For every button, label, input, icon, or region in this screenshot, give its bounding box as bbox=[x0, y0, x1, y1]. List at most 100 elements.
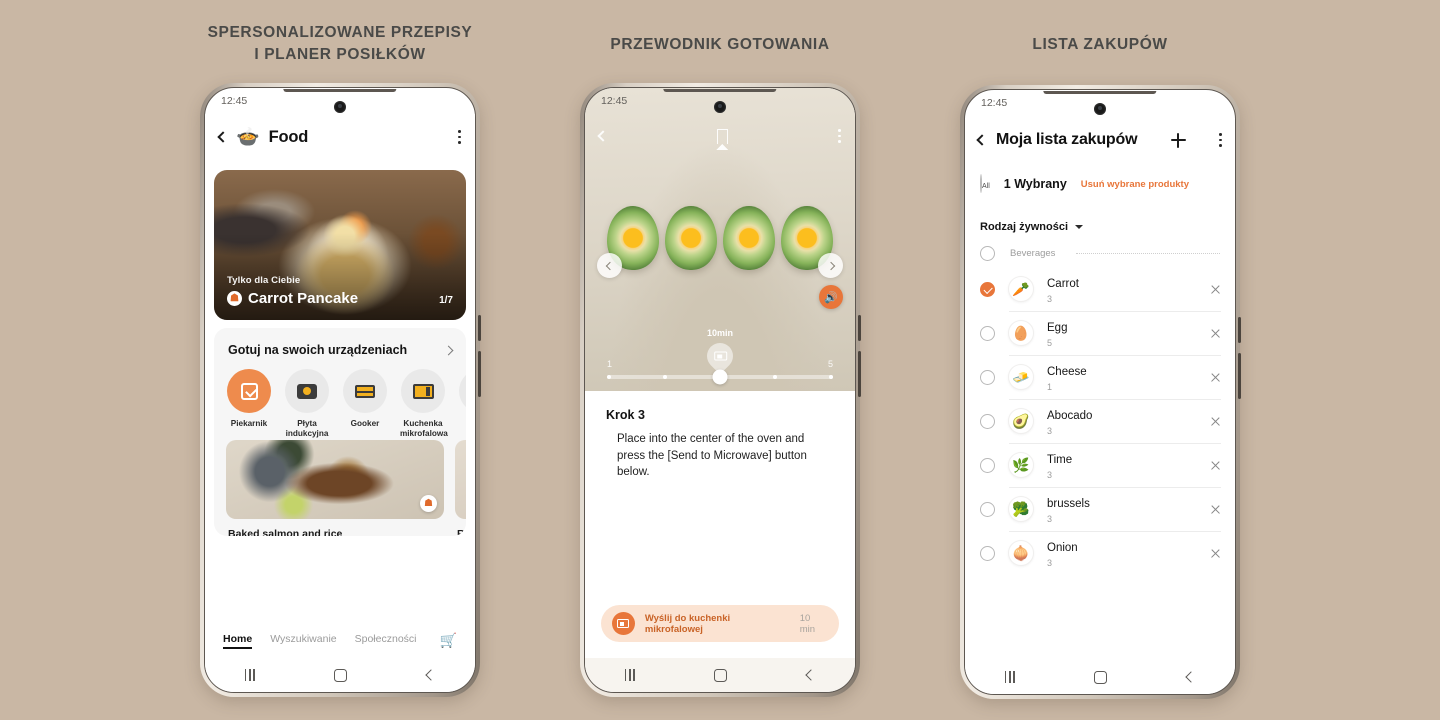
tab-communities[interactable]: Społeczności bbox=[355, 633, 417, 648]
kebab-menu-icon[interactable] bbox=[1219, 133, 1222, 147]
back-icon[interactable] bbox=[425, 669, 437, 681]
recipe-title: Re bbox=[457, 528, 466, 536]
home-icon[interactable] bbox=[714, 668, 728, 682]
tab-search[interactable]: Wyszukiwanie bbox=[270, 633, 336, 648]
device-label: C bbox=[458, 419, 466, 429]
close-icon[interactable] bbox=[1210, 548, 1221, 559]
recipe-card[interactable]: ☗ Baked salmon and rice Provider bbox=[226, 440, 444, 536]
device-chip-row[interactable]: Piekarnik Płyta indukcyjna Gooker Kuchen… bbox=[214, 357, 466, 439]
kebab-menu-icon[interactable] bbox=[838, 129, 841, 143]
slider-step-dot[interactable] bbox=[828, 375, 833, 379]
phone-3-volume-button[interactable] bbox=[1238, 353, 1241, 399]
device-label: Gooker bbox=[350, 419, 380, 428]
plus-icon[interactable] bbox=[1170, 132, 1186, 148]
device-chip-more[interactable]: C bbox=[458, 369, 466, 439]
phone-3-side-button[interactable] bbox=[1238, 317, 1241, 343]
device-chip-microwave[interactable]: Kuchenka mikrofalowa bbox=[400, 369, 448, 439]
close-icon[interactable] bbox=[1210, 460, 1221, 471]
close-icon[interactable] bbox=[1210, 504, 1221, 515]
slider-track[interactable]: 1 5 bbox=[607, 359, 833, 385]
item-checkbox[interactable] bbox=[980, 545, 995, 561]
recipe-card[interactable]: Re Pro bbox=[455, 440, 466, 536]
phone-1-side-button[interactable] bbox=[478, 315, 481, 341]
kebab-menu-icon[interactable] bbox=[458, 130, 461, 144]
list-item[interactable]: 🧈 Cheese 1 bbox=[965, 355, 1235, 399]
device-chip-cooker[interactable]: Gooker bbox=[342, 369, 388, 439]
hero-recipe-card[interactable]: Tylko dla Ciebie ☗ Carrot Pancake 1/7 bbox=[214, 170, 466, 320]
item-checkbox[interactable] bbox=[980, 281, 995, 297]
phone-3-screen: 12:45 Moja lista zakupów All 1 Wybrany U… bbox=[964, 89, 1236, 695]
item-text: Cheese 1 bbox=[1047, 362, 1197, 392]
category-radio[interactable] bbox=[980, 246, 995, 261]
caret-down-icon[interactable] bbox=[1075, 225, 1084, 229]
shopping-cart-icon[interactable]: 🛒 bbox=[440, 632, 457, 649]
list-item[interactable]: 🥦 brussels 3 bbox=[965, 487, 1235, 531]
prev-step-button[interactable] bbox=[597, 253, 622, 278]
item-checkbox[interactable] bbox=[980, 325, 995, 341]
item-qty: 5 bbox=[1047, 338, 1053, 348]
slider-step-dot[interactable] bbox=[662, 375, 667, 379]
hero-counter: 1/7 bbox=[439, 295, 453, 306]
slider-step-dot[interactable] bbox=[607, 375, 612, 379]
close-icon[interactable] bbox=[1210, 416, 1221, 427]
chevron-right-icon[interactable] bbox=[443, 345, 454, 355]
hero-recipe-name-row: ☗ Carrot Pancake bbox=[227, 290, 358, 307]
category-row-beverages[interactable]: Beverages bbox=[965, 233, 1235, 261]
next-step-button[interactable] bbox=[818, 253, 843, 278]
back-icon[interactable] bbox=[1185, 671, 1197, 683]
back-icon[interactable] bbox=[976, 134, 988, 146]
send-to-microwave-button[interactable]: Wyślij do kuchenki mikrofalowej 10 min bbox=[601, 605, 839, 642]
back-icon[interactable] bbox=[217, 131, 229, 143]
phone-2-side-button[interactable] bbox=[858, 315, 861, 341]
recipe-carousel[interactable]: ☗ Baked salmon and rice Provider Re Pro bbox=[226, 440, 466, 536]
step-slider[interactable]: 10min 1 5 bbox=[607, 328, 833, 385]
recents-icon[interactable] bbox=[244, 669, 255, 681]
close-icon[interactable] bbox=[1210, 328, 1221, 339]
phone-1-volume-button[interactable] bbox=[478, 351, 481, 397]
recents-icon[interactable] bbox=[1004, 671, 1015, 683]
slider-min-label: 1 bbox=[607, 359, 613, 369]
phone-1-frame: 12:45 🍲 Food Tylko dla Ciebie ☗ Carrot P… bbox=[200, 83, 481, 697]
item-checkbox[interactable] bbox=[980, 369, 995, 385]
item-text: Egg 5 bbox=[1047, 318, 1197, 348]
phone-2-volume-button[interactable] bbox=[858, 351, 861, 397]
select-all-control[interactable]: All bbox=[980, 174, 990, 193]
speaker-icon[interactable]: 🔊 bbox=[819, 285, 843, 309]
item-name: Egg bbox=[1047, 322, 1068, 334]
item-name: Carrot bbox=[1047, 278, 1079, 290]
list-item[interactable]: 🌿 Time 3 bbox=[965, 443, 1235, 487]
home-icon[interactable] bbox=[1094, 670, 1108, 684]
list-item[interactable]: 🥑 Abocado 3 bbox=[965, 399, 1235, 443]
list-item[interactable]: 🥕 Carrot 3 bbox=[965, 267, 1235, 311]
phone-2-screen: 12:45 🔊 10min 1 5 Krok 3 Place into the … bbox=[584, 87, 856, 693]
recents-icon[interactable] bbox=[624, 669, 635, 681]
slider-knob[interactable] bbox=[712, 369, 728, 385]
avocado-half bbox=[665, 206, 717, 270]
home-icon[interactable] bbox=[334, 668, 348, 682]
back-icon[interactable] bbox=[805, 669, 817, 681]
close-icon[interactable] bbox=[1210, 284, 1221, 295]
item-checkbox[interactable] bbox=[980, 413, 995, 429]
remove-selected-button[interactable]: Usuń wybrane produkty bbox=[1081, 179, 1189, 190]
devices-card-header[interactable]: Gotuj na swoich urządzeniach bbox=[214, 328, 466, 357]
shopping-list-sheet: Rodzaj żywności Beverages 🥕 Carrot 3 🥚 E… bbox=[965, 206, 1235, 660]
back-icon[interactable] bbox=[597, 130, 609, 142]
device-chip-induction[interactable]: Płyta indukcyjna bbox=[284, 369, 330, 439]
close-icon[interactable] bbox=[1210, 372, 1221, 383]
more-device-icon bbox=[459, 369, 466, 413]
hero-recipe-name: Carrot Pancake bbox=[248, 290, 359, 307]
tab-home[interactable]: Home bbox=[223, 633, 253, 649]
list-item[interactable]: 🧅 Onion 3 bbox=[965, 531, 1235, 575]
item-checkbox[interactable] bbox=[980, 457, 995, 473]
front-camera bbox=[714, 101, 726, 113]
item-checkbox[interactable] bbox=[980, 501, 995, 517]
list-item[interactable]: 🥚 Egg 5 bbox=[965, 311, 1235, 355]
chef-hat-icon: ☗ bbox=[420, 495, 437, 512]
item-qty: 3 bbox=[1047, 514, 1053, 524]
device-label: Płyta indukcyjna bbox=[285, 419, 329, 438]
device-chip-oven[interactable]: Piekarnik bbox=[226, 369, 272, 439]
devices-card-heading: Gotuj na swoich urządzeniach bbox=[228, 343, 408, 357]
bookmark-icon[interactable] bbox=[716, 128, 729, 150]
food-type-filter[interactable]: Rodzaj żywności bbox=[965, 206, 1235, 233]
slider-step-dot[interactable] bbox=[773, 375, 778, 379]
